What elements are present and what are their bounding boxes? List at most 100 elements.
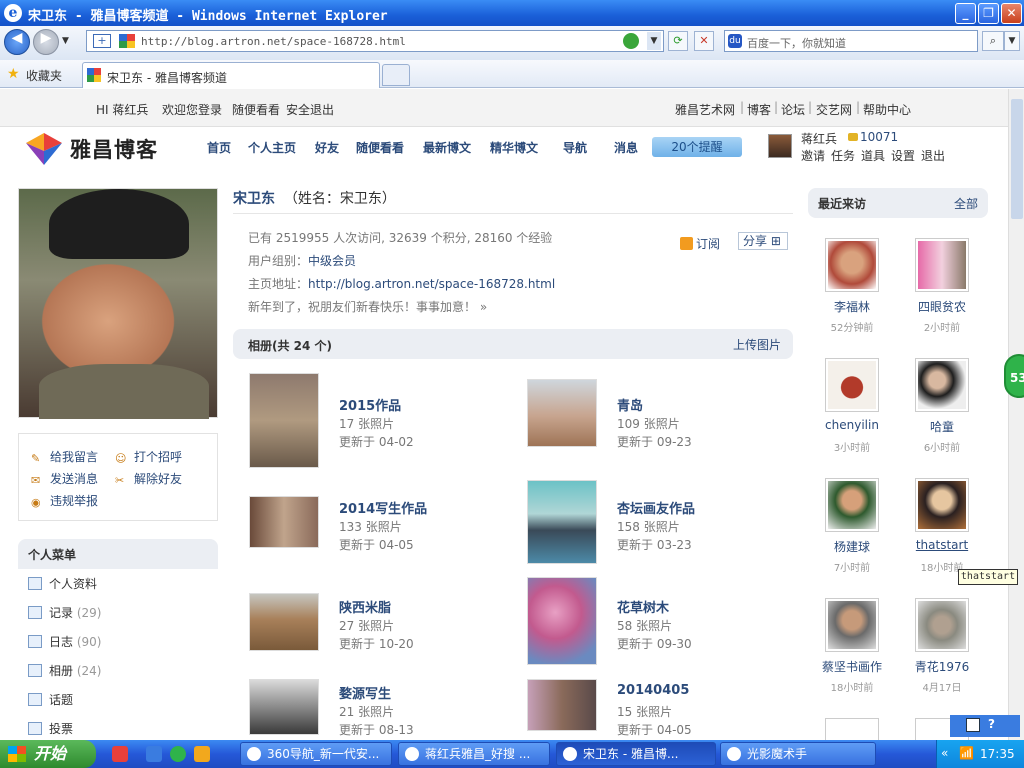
share-button[interactable]: 分享 ⊞ — [738, 232, 788, 250]
album-thumbnail[interactable] — [527, 480, 597, 564]
nav-guide[interactable]: 导航 — [563, 139, 587, 156]
media-quicklaunch-icon[interactable] — [170, 746, 186, 762]
album-item[interactable]: 青岛 109 张照片 更新于 09-23 — [527, 373, 797, 468]
search-button[interactable]: ⌕ — [982, 31, 1004, 51]
site-logo-text[interactable]: 雅昌博客 — [70, 134, 158, 164]
visitor-avatar[interactable] — [915, 478, 969, 532]
stop-button[interactable]: ✕ — [694, 31, 714, 51]
refresh-button[interactable]: ⟳ — [668, 31, 688, 51]
user-avatar[interactable] — [768, 134, 792, 158]
user-props[interactable]: 道具 — [861, 147, 885, 164]
album-item[interactable]: 20140405 15 张照片 更新于 04-05 — [527, 661, 797, 740]
link-help[interactable]: 帮助中心 — [863, 101, 911, 118]
task-button[interactable]: 360导航_新一代安... — [240, 742, 392, 766]
action-leave-message[interactable]: ✎ 给我留言 — [31, 448, 98, 465]
new-tab-button[interactable] — [382, 64, 410, 86]
quicklaunch-icon[interactable] — [112, 746, 128, 762]
menu-blog[interactable]: 日志 (90) — [28, 633, 101, 650]
ie-quicklaunch-icon[interactable] — [146, 746, 162, 762]
album-item[interactable]: 杏坛画友作品 158 张照片 更新于 03-23 — [527, 476, 797, 571]
task-button[interactable]: 蒋红兵雅昌_好搜 ... — [398, 742, 550, 766]
back-button[interactable]: ◀ — [4, 29, 30, 55]
subscribe-link[interactable]: 订阅 — [680, 235, 720, 252]
maximize-button[interactable]: ❐ — [978, 3, 999, 24]
action-unfriend[interactable]: ✂ 解除好友 — [115, 470, 182, 487]
visitor-avatar[interactable] — [915, 598, 969, 652]
logout-link[interactable]: 安全退出 — [286, 101, 334, 118]
upload-photos-link[interactable]: 上传图片 — [733, 336, 781, 353]
user-name[interactable]: 蒋红兵 — [801, 130, 837, 147]
minimize-button[interactable]: _ — [955, 3, 976, 24]
menu-polls[interactable]: 投票 — [28, 720, 73, 737]
visitor-avatar[interactable] — [825, 598, 879, 652]
address-field[interactable]: + http://blog.artron.net/space-168728.ht… — [86, 30, 664, 52]
link-jiaoyi[interactable]: 交艺网 — [816, 101, 852, 118]
album-item[interactable]: 婺源写生 21 张照片 更新于 08-13 — [249, 661, 519, 740]
search-options-icon[interactable]: ▼ — [1004, 31, 1020, 51]
album-item[interactable]: 2015作品 17 张照片 更新于 04-02 — [249, 373, 519, 468]
link-blog[interactable]: 博客 — [747, 101, 771, 118]
nav-featured[interactable]: 精华博文 — [490, 139, 538, 156]
visitor-item[interactable]: 蔡坚书画作 18小时前 — [807, 598, 897, 708]
task-button[interactable]: 光影魔术手 — [720, 742, 876, 766]
history-dropdown-icon[interactable]: ▼ — [62, 36, 69, 46]
artron-logo-icon[interactable] — [26, 133, 62, 165]
floating-badge[interactable]: 53 — [1004, 354, 1024, 398]
visitor-item[interactable]: 杨建球 7小时前 — [807, 478, 897, 588]
visitor-avatar[interactable] — [825, 718, 879, 740]
user-tasks[interactable]: 任务 — [831, 147, 855, 164]
visitor-avatar[interactable] — [825, 478, 879, 532]
album-thumbnail[interactable] — [249, 679, 319, 735]
random-link[interactable]: 随便看看 — [232, 101, 280, 118]
nav-latest[interactable]: 最新博文 — [423, 139, 471, 156]
search-field[interactable]: du 百度一下，你就知道 — [724, 30, 978, 52]
visitor-avatar[interactable] — [825, 238, 879, 292]
menu-records[interactable]: 记录 (29) — [28, 604, 101, 621]
profile-photo[interactable] — [18, 188, 218, 419]
visitor-avatar[interactable] — [915, 358, 969, 412]
scrollbar[interactable] — [1008, 89, 1024, 740]
visitor-avatar[interactable] — [825, 358, 879, 412]
album-thumbnail[interactable] — [527, 379, 597, 447]
album-item[interactable]: 花草树木 58 张照片 更新于 09-30 — [527, 575, 797, 670]
album-item[interactable]: 2014写生作品 133 张照片 更新于 04-05 — [249, 476, 519, 571]
nav-home[interactable]: 首页 — [207, 139, 231, 156]
user-invite[interactable]: 邀请 — [801, 147, 825, 164]
album-thumbnail[interactable] — [249, 593, 319, 651]
remind-button[interactable]: 20个提醒 — [652, 137, 742, 157]
album-thumbnail[interactable] — [527, 577, 597, 665]
user-settings[interactable]: 设置 — [891, 147, 915, 164]
album-item[interactable]: 陕西米脂 27 张照片 更新于 10-20 — [249, 575, 519, 670]
task-button-active[interactable]: 宋卫东 - 雅昌博... — [556, 742, 716, 766]
action-send-message[interactable]: ✉ 发送消息 — [31, 470, 98, 487]
visitors-all-link[interactable]: 全部 — [954, 195, 978, 212]
link-artron[interactable]: 雅昌艺术网 — [675, 101, 735, 118]
link-forum[interactable]: 论坛 — [781, 101, 805, 118]
visitor-item[interactable]: 四眼贫农 2小时前 — [897, 238, 987, 348]
visitor-item[interactable]: 哈童 6小时前 — [897, 358, 987, 468]
favorites-button[interactable]: 收藏夹 — [26, 67, 62, 84]
visitor-avatar[interactable] — [915, 238, 969, 292]
menu-topics[interactable]: 话题 — [28, 691, 73, 708]
album-thumbnail[interactable] — [527, 679, 597, 731]
qq-quicklaunch-icon[interactable] — [194, 746, 210, 762]
action-greet[interactable]: ☺ 打个招呼 — [115, 448, 182, 465]
nav-personal[interactable]: 个人主页 — [248, 139, 296, 156]
user-logout[interactable]: 退出 — [921, 147, 945, 164]
home-url-link[interactable]: http://blog.artron.net/space-168728.html — [308, 277, 555, 291]
tab-active[interactable]: 宋卫东 - 雅昌博客频道 — [82, 62, 380, 88]
forward-button[interactable]: ▶ — [33, 29, 59, 55]
nav-friends[interactable]: 好友 — [315, 139, 339, 156]
scrollbar-thumb[interactable] — [1011, 99, 1023, 219]
close-button[interactable]: ✕ — [1001, 3, 1022, 24]
visitor-item[interactable]: 青花1976 4月17日 — [897, 598, 987, 708]
menu-albums[interactable]: 相册 (24) — [28, 662, 101, 679]
visitor-item[interactable]: chenyilin 3小时前 — [807, 358, 897, 468]
nav-messages[interactable]: 消息 — [614, 139, 638, 156]
album-thumbnail[interactable] — [249, 496, 319, 548]
visitor-item[interactable]: 李福林 52分钟前 — [807, 238, 897, 348]
greeting[interactable]: HI 蒋红兵 — [96, 101, 148, 118]
compat-icon[interactable] — [623, 33, 639, 49]
menu-profile[interactable]: 个人资料 — [28, 575, 97, 592]
album-thumbnail[interactable] — [249, 373, 319, 468]
